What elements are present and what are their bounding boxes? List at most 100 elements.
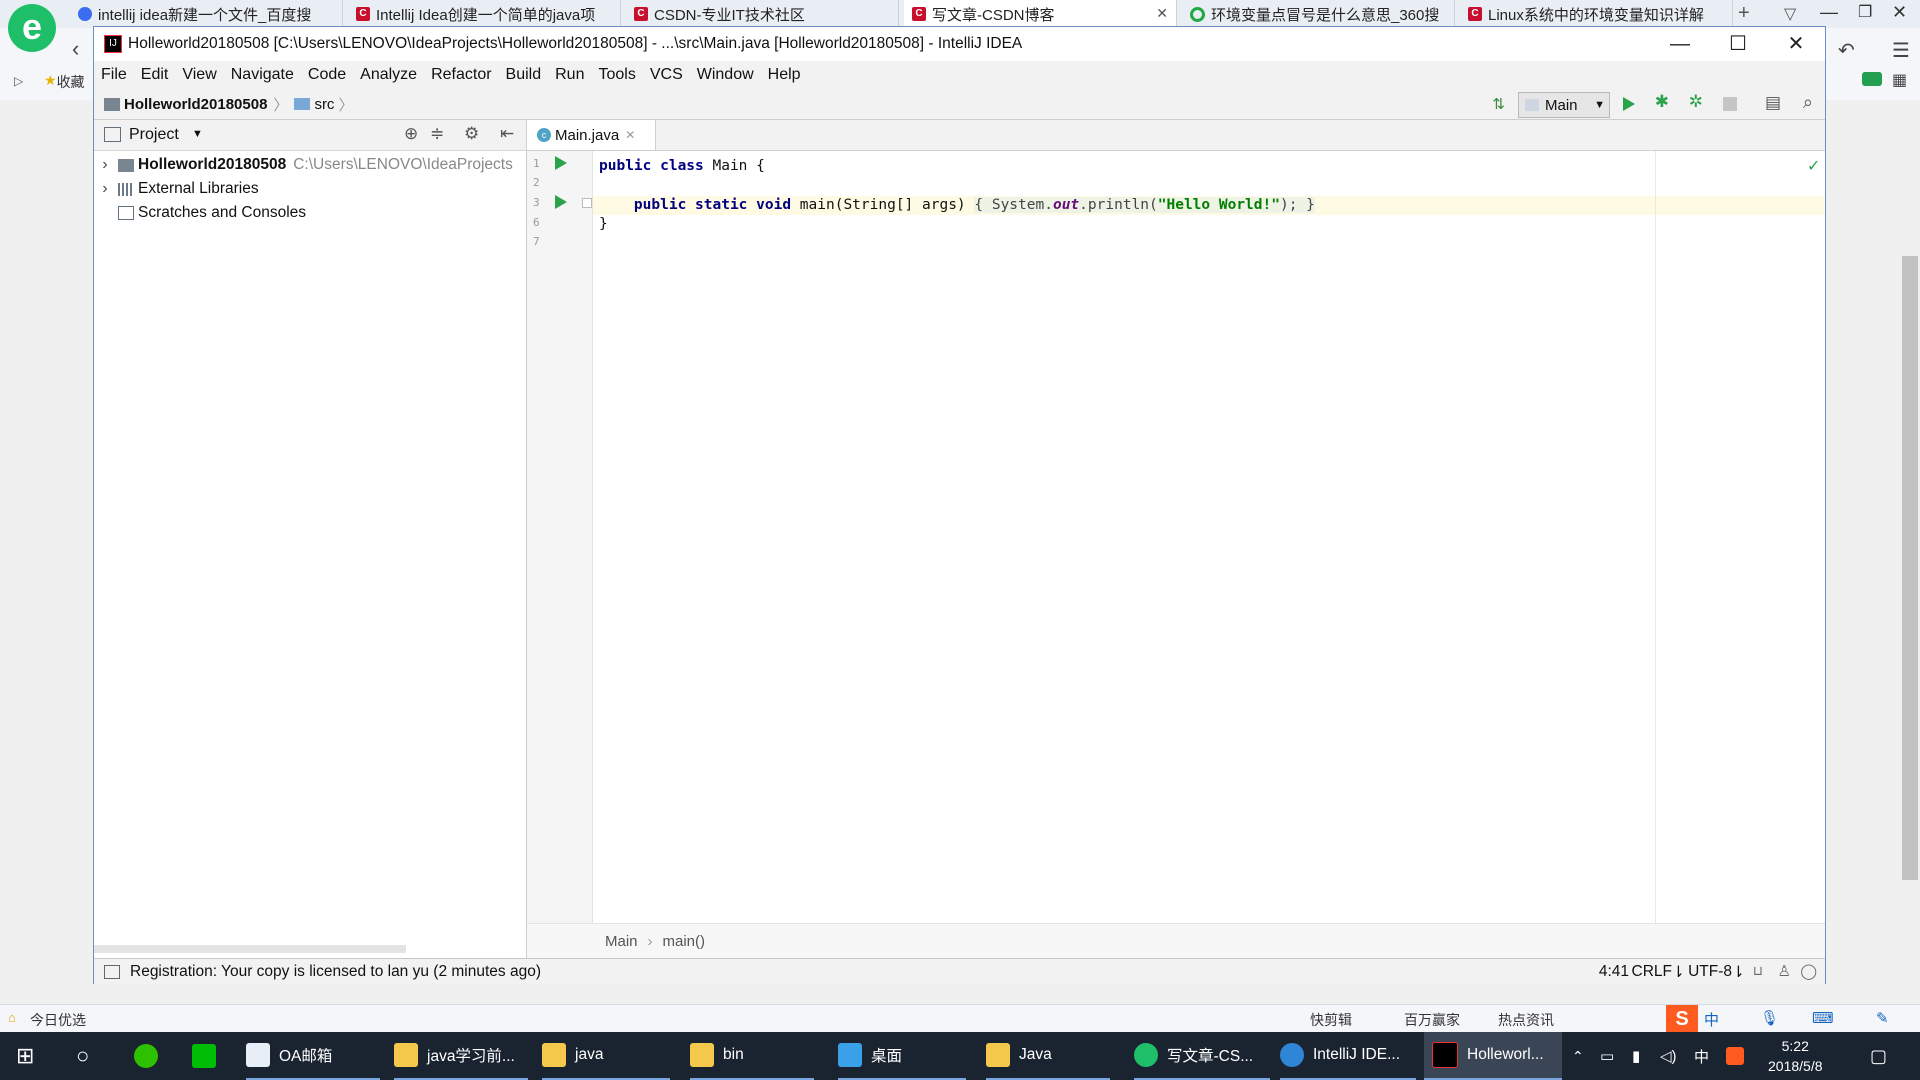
back-icon[interactable]: ‹ [72,36,79,62]
browser-tab[interactable]: C Intellij Idea创建一个简单的java项 [348,0,621,28]
crumb-class[interactable]: Main [605,933,638,950]
code-line-6[interactable]: } [599,216,608,232]
quick-edit-link[interactable]: 快剪辑 [1310,1010,1352,1030]
close-browser-icon[interactable]: ✕ [1892,2,1907,23]
inspector-icon[interactable]: ♙ [1778,962,1791,980]
fold-icon[interactable] [582,198,592,208]
today-picks[interactable]: 今日优选 [30,1010,86,1030]
lock-icon[interactable]: ⊔ [1753,963,1763,979]
browser-tab-active[interactable]: C 写文章-CSDN博客 ✕ [904,0,1177,28]
menu-window[interactable]: Window [690,66,761,84]
ime-mode[interactable]: 中 [1704,1009,1719,1030]
scrollbar-thumb[interactable] [1902,256,1918,880]
minimize-icon[interactable]: — [1651,27,1709,61]
iqiyi-icon[interactable] [192,1032,225,1080]
inspection-ok-icon[interactable]: ✓ [1807,156,1820,176]
taskbar-item-intellij[interactable]: IntelliJ IDE... [1280,1032,1416,1080]
debug-icon[interactable]: ✱ [1655,92,1669,112]
code-line-3[interactable]: public static void main(String[] args) {… [599,197,1315,213]
coverage-icon[interactable]: ✲ [1689,92,1703,112]
taskbar-item-oa-mail[interactable]: OA邮箱 [246,1032,380,1080]
nav-project[interactable]: Holleworld20180508 [124,96,267,113]
mic-icon[interactable]: 🎙 [1760,1009,1779,1027]
chevron-right-icon[interactable]: › [94,180,116,198]
maximize-icon[interactable]: ☐ [1709,27,1767,61]
nav-folder[interactable]: src [314,96,334,113]
chevron-up-icon[interactable]: ⌃ [1572,1032,1584,1080]
network-icon[interactable]: ▭ [1600,1032,1614,1080]
collapse-all-icon[interactable]: ≑ [430,124,444,144]
start-icon[interactable]: ⊞ [16,1032,34,1080]
menu-file[interactable]: File [94,66,134,84]
toggle-tool-windows-icon[interactable] [104,964,120,979]
apps-icon[interactable]: ▦ [1892,70,1907,90]
crumb-method[interactable]: main() [663,933,706,950]
minimize-browser-icon[interactable]: — [1820,2,1838,23]
run-icon[interactable] [1623,97,1635,111]
browser-tab[interactable]: 环境变量点冒号是什么意思_360搜 [1182,0,1455,28]
undo-icon[interactable]: ↶ [1838,38,1855,63]
tools-icon[interactable]: ✎ [1876,1009,1889,1027]
project-view-label[interactable]: Project [129,126,179,144]
line-separator[interactable]: CRLF ⇂ [1632,963,1685,982]
tree-item-scratches[interactable]: Scratches and Consoles [94,201,306,225]
sogou-tray-icon[interactable] [1726,1032,1753,1080]
menu-code[interactable]: Code [301,66,353,84]
editor-tab-main-java[interactable]: c Main.java ✕ [527,120,656,150]
taskbar-item-folder[interactable]: java [542,1032,670,1080]
sidebar-toggle-icon[interactable]: ▷ [14,74,23,88]
search-icon[interactable]: ⌕ [1803,92,1813,113]
menu-vcs[interactable]: VCS [643,66,690,84]
menu-icon[interactable]: ☰ [1892,38,1910,63]
hot-news-link[interactable]: 热点资讯 [1498,1010,1554,1030]
million-winner-link[interactable]: 百万赢家 [1404,1010,1460,1030]
close-tab-icon[interactable]: ✕ [625,128,635,142]
bookmark-star[interactable]: ★ 收藏 [44,72,85,92]
menu-view[interactable]: View [175,66,223,84]
chevron-down-icon[interactable]: ▼ [192,128,203,140]
shield-icon[interactable]: ▽ [1784,4,1796,24]
status-message[interactable]: Registration: Your copy is licensed to l… [130,963,541,981]
volume-icon[interactable]: ◁) [1660,1032,1677,1080]
build-icon[interactable]: ⇅ [1492,95,1505,113]
notification-icon[interactable]: ▢ [1870,1032,1887,1080]
taskbar-item-desktop[interactable]: 桌面 [838,1032,966,1080]
sogou-ime-icon[interactable]: S [1666,1005,1698,1033]
ime-indicator[interactable]: 中 [1694,1032,1709,1080]
menu-help[interactable]: Help [761,66,808,84]
run-config-select[interactable]: Main ▼ [1518,92,1610,118]
taskbar-item-folder[interactable]: java学习前... [394,1032,528,1080]
close-icon[interactable]: ✕ [1767,27,1825,61]
menu-run[interactable]: Run [548,66,591,84]
menu-build[interactable]: Build [499,66,549,84]
gear-icon[interactable]: ⚙ [464,124,479,144]
caret-position[interactable]: 4:41 [1599,963,1629,981]
menu-edit[interactable]: Edit [134,66,176,84]
event-log-icon[interactable]: ◯ [1800,962,1817,980]
new-tab-button[interactable]: + [1738,2,1750,25]
browser-tab[interactable]: intellij idea新建一个文件_百度搜 [70,0,343,28]
taskbar-item-folder[interactable]: Java [986,1032,1110,1080]
chevron-right-icon[interactable]: › [94,156,116,174]
menu-tools[interactable]: Tools [591,66,642,84]
locate-icon[interactable]: ⊕ [404,124,418,144]
taskbar-item-folder[interactable]: bin [690,1032,814,1080]
run-gutter-icon[interactable] [555,195,567,209]
battery-icon[interactable]: ▮ [1632,1032,1640,1080]
stop-icon[interactable] [1723,97,1737,111]
hide-panel-icon[interactable]: ⇤ [500,124,514,144]
wechat-icon[interactable] [134,1032,167,1080]
taskbar-item-browser[interactable]: 写文章-CS... [1134,1032,1270,1080]
run-gutter-icon[interactable] [555,156,567,170]
menu-analyze[interactable]: Analyze [353,66,424,84]
file-encoding[interactable]: UTF-8 ⇂ [1688,963,1745,982]
game-icon[interactable] [1862,72,1882,86]
horizontal-scrollbar[interactable] [94,945,406,953]
menu-refactor[interactable]: Refactor [424,66,498,84]
browser-scrollbar[interactable] [1900,100,1920,1004]
browser-tab[interactable]: C CSDN-专业IT技术社区 [626,0,899,28]
browser-tab[interactable]: C Linux系统中的环境变量知识详解 [1460,0,1733,28]
project-structure-icon[interactable]: ▤ [1765,93,1781,113]
tree-item-external-libraries[interactable]: › External Libraries [94,177,258,201]
close-tab-icon[interactable]: ✕ [1156,5,1168,22]
